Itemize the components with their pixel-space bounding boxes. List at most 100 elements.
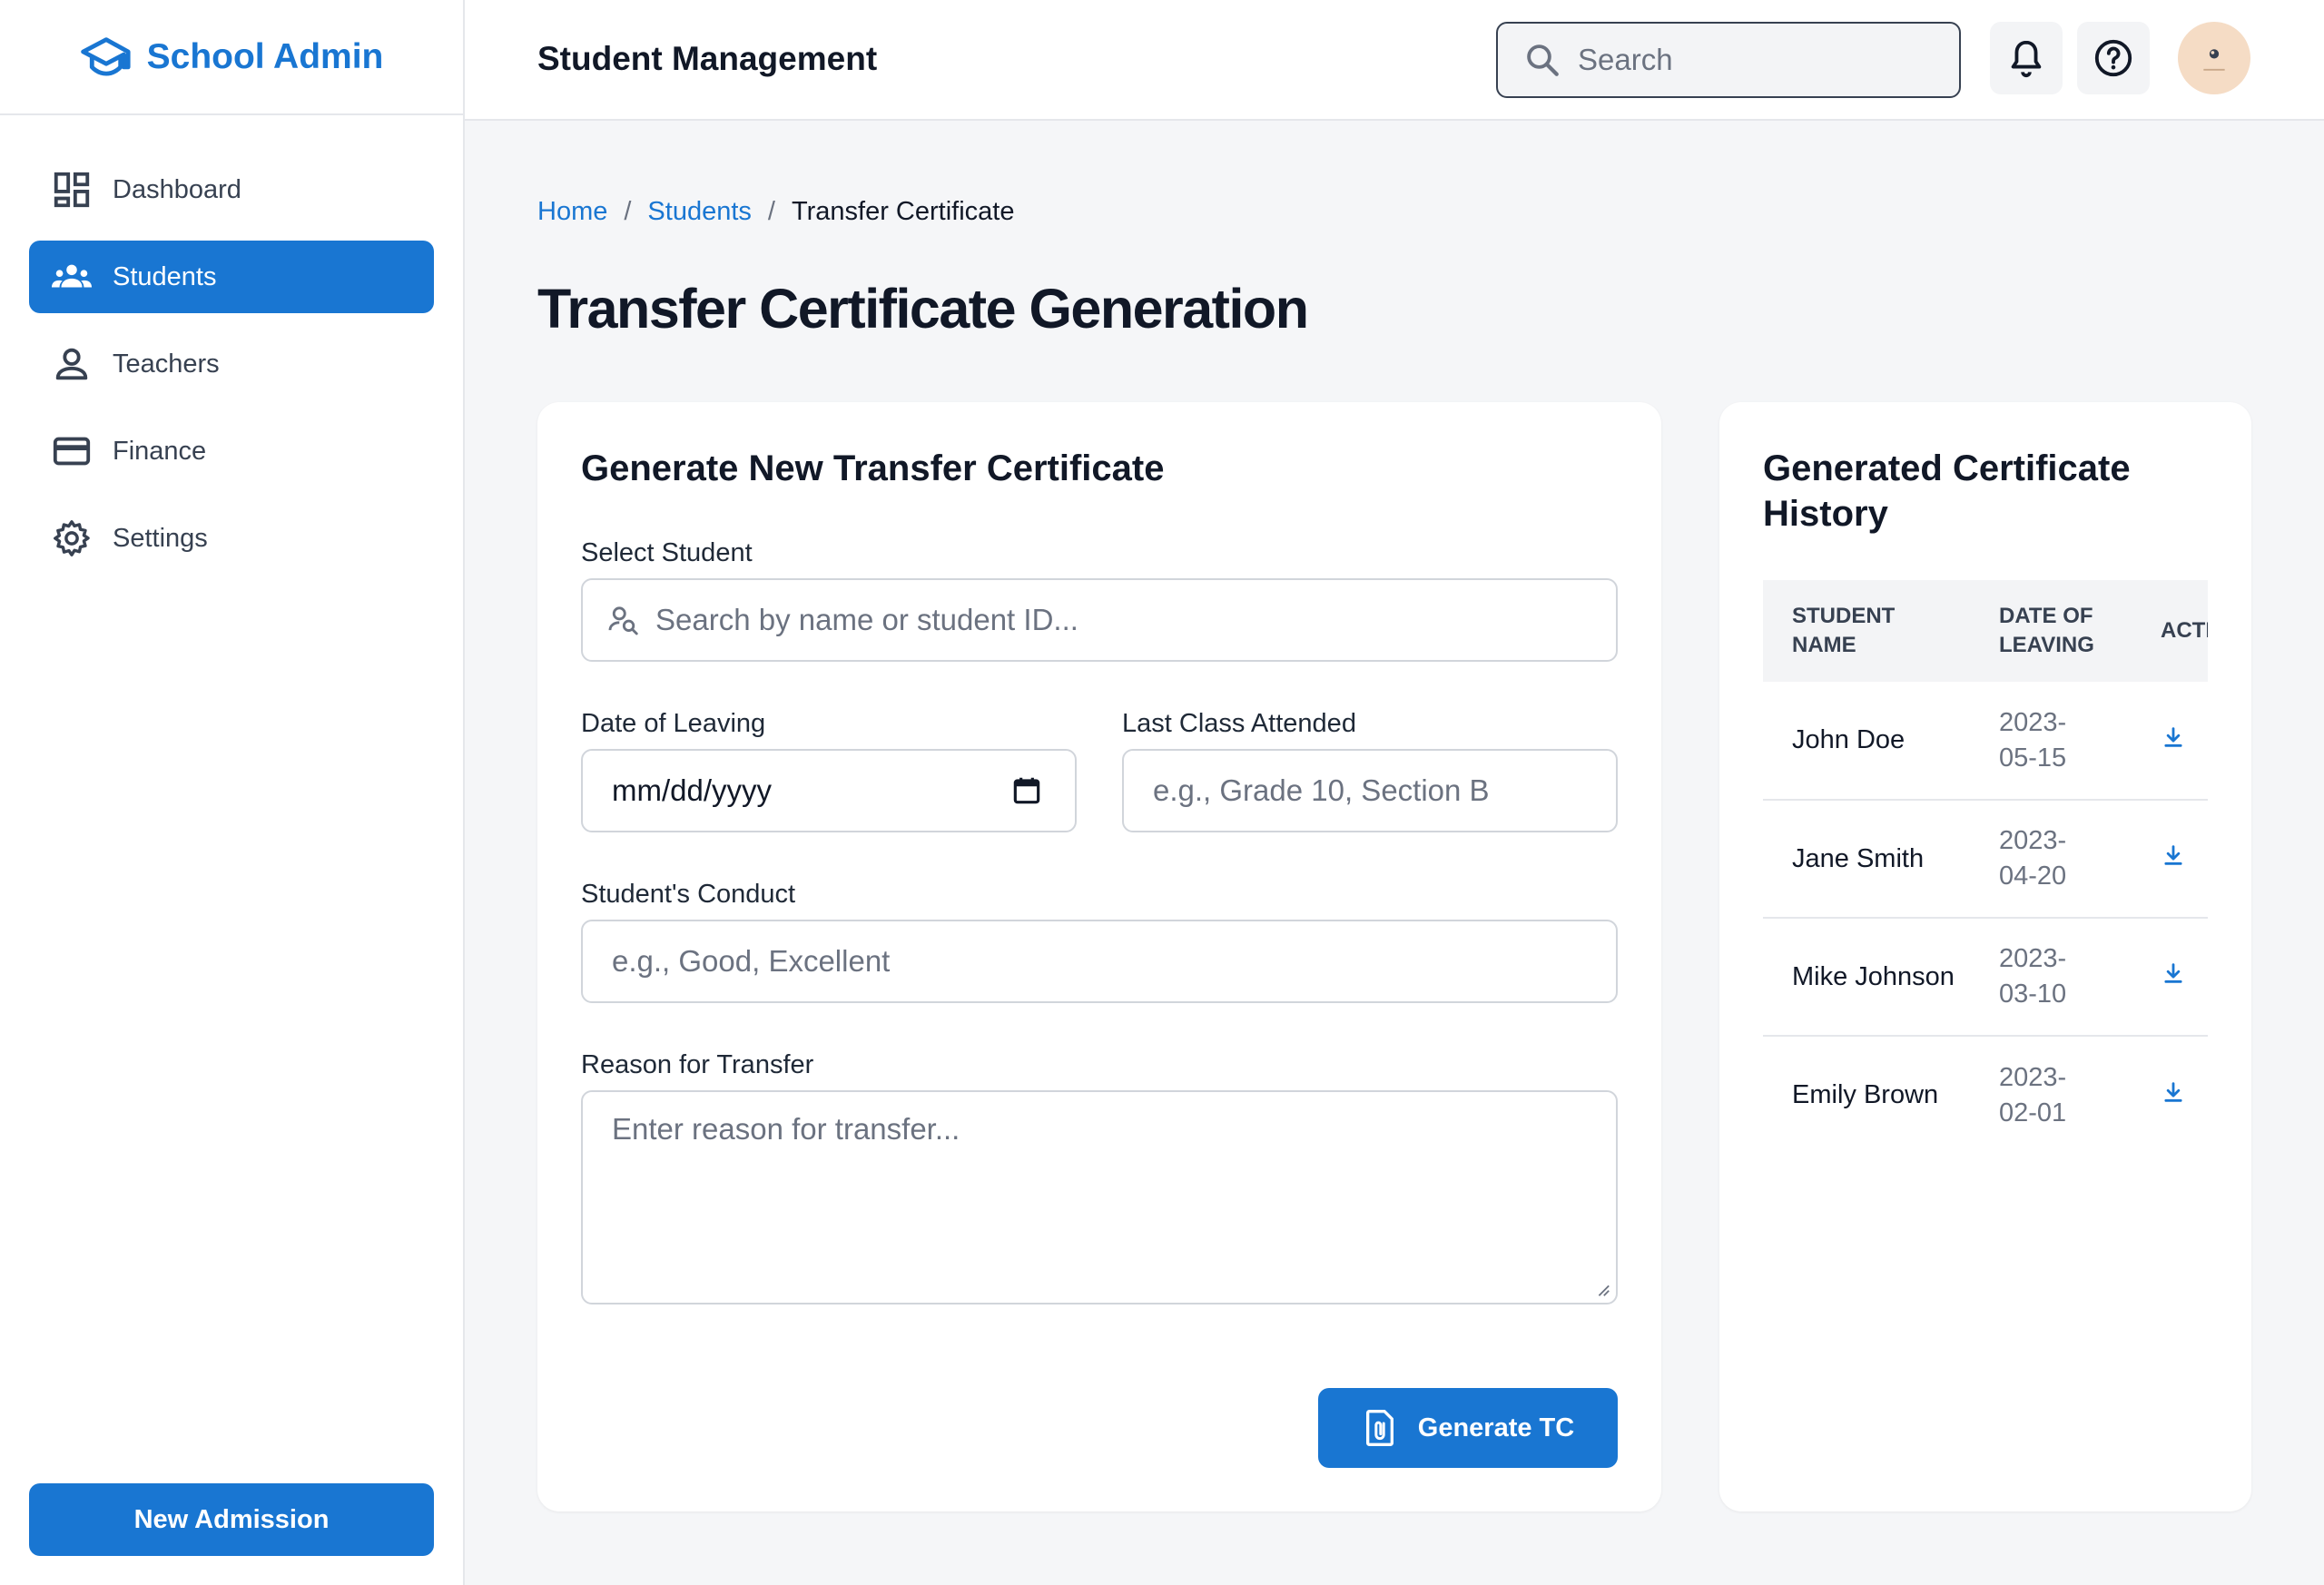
column-header-text: DATE OF [1999,604,2093,628]
generate-tc-button[interactable]: Generate TC [1318,1388,1618,1468]
avatar[interactable] [2178,22,2250,94]
document-attach-icon [1365,1409,1393,1446]
breadcrumb-separator: / [767,197,775,226]
cell-date: 2023- 03-10 [1990,918,2142,1037]
cell-date-part: 04-20 [1999,861,2067,891]
history-title-line1: Generated Certificate [1763,448,2131,488]
date-of-leaving-label: Date of Leaving [581,709,766,738]
download-icon[interactable] [2161,960,2186,986]
history-title: Generated Certificate History [1763,446,2131,537]
table-row: Mike Johnson 2023- 03-10 [1763,918,2208,1037]
cell-actions [2142,800,2208,919]
sidebar-item-dashboard[interactable]: Dashboard [29,153,434,226]
certificate-history: Generated Certificate History STUDENT NA… [1719,402,2251,1511]
sidebar-item-label: Dashboard [113,174,241,204]
person-icon [55,348,88,380]
table-header-row: STUDENT NAME DATE OF LEAVING ACTIONS [1763,580,2208,682]
app-name: School Admin [146,36,384,76]
top-header: Student Management Search [465,0,2324,121]
brand[interactable]: School Admin [0,0,463,115]
generate-tc-label: Generate TC [1417,1413,1575,1442]
sidebar-item-label: Students [113,261,217,291]
search-placeholder: Search [1578,43,1673,76]
bell-icon [2011,40,2042,78]
column-header-text: LEAVING [1999,633,2094,657]
column-header-text: STUDENT [1792,604,1896,628]
help-button[interactable] [2077,22,2150,94]
cell-date-part: 2023- [1999,826,2067,855]
history-table: STUDENT NAME DATE OF LEAVING ACTIONS [1763,580,2208,1154]
conduct-placeholder: e.g., Good, Excellent [612,944,891,978]
sidebar-item-label: Teachers [113,349,220,379]
notifications-button[interactable] [1990,22,2063,94]
sidebar-item-label: Settings [113,523,208,553]
history-title-line2: History [1763,494,1888,534]
table-row: John Doe 2023- 05-15 [1763,682,2208,801]
cell-date-part: 2023- [1999,707,2067,737]
breadcrumb-students[interactable]: Students [647,197,751,227]
sidebar-item-settings[interactable]: Settings [29,502,434,575]
column-header-text: NAME [1792,633,1856,657]
reason-placeholder: Enter reason for transfer... [612,1112,960,1146]
cell-student-name: Jane Smith [1763,800,1990,919]
person-search-icon [608,606,638,635]
sidebar-item-label: Finance [113,436,207,466]
user-avatar-icon [2203,49,2225,71]
resize-handle-icon[interactable] [1594,1281,1610,1297]
breadcrumb-current: Transfer Certificate [791,197,1015,226]
cell-actions [2142,918,2208,1037]
last-class-label: Last Class Attended [1122,709,1356,738]
history-table-wrapper[interactable]: STUDENT NAME DATE OF LEAVING ACTIONS [1763,580,2208,1154]
form-title: Generate New Transfer Certificate [581,448,1165,488]
cell-date: 2023- 04-20 [1990,800,2142,919]
people-icon [51,264,93,288]
column-header-date[interactable]: DATE OF LEAVING [1990,580,2142,682]
breadcrumb-home[interactable]: Home [537,197,607,227]
column-header-student-name[interactable]: STUDENT NAME [1763,580,1990,682]
sidebar-nav: Dashboard Students Teachers Finance Sett… [0,115,463,575]
student-search-field[interactable]: Search by name or student ID... [581,578,1618,662]
download-icon[interactable] [2161,1079,2186,1105]
student-search-placeholder: Search by name or student ID... [655,603,1078,636]
page-title: Transfer Certificate Generation [537,278,1309,340]
cell-date-part: 05-15 [1999,743,2067,773]
generate-tc-form: Generate New Transfer Certificate Select… [537,402,1661,1511]
date-of-leaving-value: mm/dd/yyyy [612,773,773,807]
calendar-icon[interactable] [1009,773,1044,808]
cell-date: 2023- 05-15 [1990,682,2142,801]
sidebar-item-finance[interactable]: Finance [29,415,434,487]
conduct-label: Student's Conduct [581,880,796,909]
credit-card-icon [53,437,91,466]
new-admission-button[interactable]: New Admission [29,1483,434,1556]
cell-date-part: 02-01 [1999,1098,2067,1127]
select-student-label: Select Student [581,538,753,567]
cell-student-name: Mike Johnson [1763,918,1990,1037]
breadcrumb-separator: / [624,197,632,226]
dashboard-icon [54,172,90,208]
cell-actions [2142,1036,2208,1154]
search-icon [1527,44,1559,76]
help-icon [2094,39,2132,77]
reason-label: Reason for Transfer [581,1050,814,1079]
header-title: Student Management [537,40,878,77]
sidebar-item-teachers[interactable]: Teachers [29,328,434,400]
cell-date-part: 2023- [1999,944,2067,973]
cell-actions [2142,682,2208,801]
table-row: Emily Brown 2023- 02-01 [1763,1036,2208,1154]
date-of-leaving-field[interactable]: mm/dd/yyyy [581,749,1077,832]
search-input[interactable]: Search [1496,22,1961,98]
graduation-cap-icon [80,36,131,76]
download-icon[interactable] [2161,724,2186,750]
last-class-field[interactable]: e.g., Grade 10, Section B [1122,749,1618,832]
column-header-text: ACTIONS [2161,618,2208,643]
cell-student-name: John Doe [1763,682,1990,801]
reason-textarea[interactable]: Enter reason for transfer... [581,1090,1618,1304]
breadcrumb: Home / Students / Transfer Certificate [537,197,1014,227]
sidebar-item-students[interactable]: Students [29,241,434,313]
cell-date: 2023- 02-01 [1990,1036,2142,1154]
download-icon[interactable] [2161,842,2186,868]
column-header-actions[interactable]: ACTIONS [2142,580,2208,682]
table-row: Jane Smith 2023- 04-20 [1763,800,2208,919]
cell-student-name: Emily Brown [1792,1080,1939,1109]
conduct-field[interactable]: e.g., Good, Excellent [581,920,1618,1003]
